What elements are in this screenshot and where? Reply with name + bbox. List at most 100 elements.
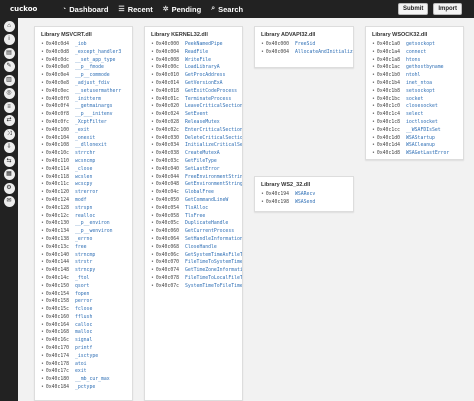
import-function-link[interactable]: strncmp	[75, 253, 95, 258]
import-function-link[interactable]: calloc	[75, 323, 92, 328]
import-function-link[interactable]: WSACleanup	[406, 143, 435, 148]
import-function-link[interactable]: GlobalFree	[185, 190, 214, 195]
import-function-link[interactable]: GetTimeZoneInformation	[185, 268, 242, 273]
import-function-link[interactable]: __setusermatherr	[75, 89, 121, 94]
import-function-link[interactable]: socket	[406, 97, 423, 102]
import-function-link[interactable]: __p___initenv	[75, 112, 113, 117]
import-function-link[interactable]: __mb_cur_max	[75, 377, 110, 382]
import-function-link[interactable]: WSAGetLastError	[406, 151, 449, 156]
import-function-link[interactable]: closesocket	[406, 104, 438, 109]
import-function-link[interactable]: wcslen	[75, 175, 92, 180]
compare-icon[interactable]: ⇆	[3, 155, 15, 167]
import-function-link[interactable]: wcsncmp	[75, 159, 95, 164]
import-function-link[interactable]: ReadFile	[185, 50, 208, 55]
import-function-link[interactable]: TlsAlloc	[185, 206, 208, 211]
import-function-link[interactable]: atoi	[75, 362, 87, 367]
nav-search[interactable]: ⌕ Search	[211, 5, 243, 14]
import-function-link[interactable]: GetVersionExA	[185, 81, 223, 86]
nav-dashboard[interactable]: ◔ Dashboard	[62, 5, 108, 14]
import-function-link[interactable]: LeaveCriticalSection	[185, 104, 242, 109]
import-function-link[interactable]: FileTimeToSystemTime	[185, 260, 242, 265]
import-function-link[interactable]: printf	[75, 346, 92, 351]
nav-pending[interactable]: ✲ Pending	[163, 5, 201, 14]
import-function-link[interactable]: CloseHandle	[185, 245, 217, 250]
import-function-link[interactable]: ntohl	[406, 73, 420, 78]
import-function-link[interactable]: WSAStartup	[406, 136, 435, 141]
import-function-link[interactable]: GetExitCodeProcess	[185, 89, 237, 94]
import-function-link[interactable]: PeekNamedPipe	[185, 42, 223, 47]
import-function-link[interactable]: _close	[75, 167, 92, 172]
cuckoo-logo[interactable]: cuckoo	[10, 5, 52, 13]
comment-icon[interactable]: ✉	[3, 196, 15, 207]
import-function-link[interactable]: select	[406, 112, 423, 117]
file-icon[interactable]: ▤	[3, 47, 15, 59]
import-function-link[interactable]: TlsFree	[185, 214, 205, 219]
settings-icon[interactable]: ⚙	[3, 182, 15, 194]
import-function-link[interactable]: _XcptFilter	[75, 120, 107, 125]
import-function-link[interactable]: strerror	[75, 190, 98, 195]
import-function-link[interactable]: __p__environ	[75, 221, 110, 226]
import-function-link[interactable]: free	[75, 245, 87, 250]
import-function-link[interactable]: strrchr	[75, 151, 95, 156]
import-function-link[interactable]: GetEnvironmentStringsW	[185, 182, 242, 187]
import-function-link[interactable]: SetLastError	[185, 167, 220, 172]
import-function-link[interactable]: _exit	[75, 128, 89, 133]
import-function-link[interactable]: SetEvent	[185, 112, 208, 117]
import-function-link[interactable]: _errno	[75, 237, 92, 242]
import-function-link[interactable]: getsockopt	[406, 42, 435, 47]
import-function-link[interactable]: fopen	[75, 292, 89, 297]
import-function-link[interactable]: TerminateProcess	[185, 97, 231, 102]
target-icon[interactable]: ◎	[3, 88, 15, 99]
nav-recent[interactable]: ☰ Recent	[118, 5, 152, 14]
import-function-link[interactable]: strncpy	[75, 268, 95, 273]
import-function-link[interactable]: GetSystemTimeAsFileTime	[185, 253, 242, 258]
import-function-link[interactable]: strspn	[75, 206, 92, 211]
import-function-link[interactable]: SystemTimeToFileTime	[185, 284, 242, 289]
import-function-link[interactable]: __p__commode	[75, 73, 110, 78]
import-function-link[interactable]: wcscpy	[75, 182, 92, 187]
import-function-link[interactable]: perror	[75, 299, 92, 304]
import-function-link[interactable]: WriteFile	[185, 58, 211, 63]
import-function-link[interactable]: GetProcAddress	[185, 73, 225, 78]
import-function-link[interactable]: GetCommandLineW	[185, 198, 228, 203]
import-function-link[interactable]: _except_handler3	[75, 50, 121, 55]
import-function-link[interactable]: WSASend	[295, 200, 315, 205]
import-function-link[interactable]: inet_ntoa	[406, 81, 432, 86]
import-function-link[interactable]: FreeSid	[295, 42, 315, 47]
submit-button[interactable]: Submit	[397, 3, 429, 15]
import-function-link[interactable]: ReleaseMutex	[185, 120, 220, 125]
import-function-link[interactable]: CreateMutexA	[185, 151, 220, 156]
import-function-link[interactable]: qsort	[75, 284, 89, 289]
memory-icon[interactable]: ▦	[3, 169, 15, 180]
import-function-link[interactable]: signal	[75, 338, 92, 343]
home-icon[interactable]: ⌂	[3, 20, 15, 32]
import-function-link[interactable]: DuplicateHandle	[185, 221, 228, 226]
import-function-link[interactable]: __p__fmode	[75, 65, 104, 70]
import-function-link[interactable]: _initterm	[75, 97, 101, 102]
info-icon[interactable]: i	[3, 34, 15, 45]
import-function-link[interactable]: SetHandleInformation	[185, 237, 242, 242]
signature-icon[interactable]: ✎	[3, 61, 15, 72]
import-function-link[interactable]: __dllonexit	[75, 143, 107, 148]
shuffle-icon[interactable]: ⤨	[3, 128, 15, 140]
import-function-link[interactable]: _pctype	[75, 385, 95, 390]
import-function-link[interactable]: AllocateAndInitializeSid	[295, 50, 353, 55]
import-function-link[interactable]: _onexit	[75, 136, 95, 141]
import-function-link[interactable]: EnterCriticalSection	[185, 128, 242, 133]
import-function-link[interactable]: modf	[75, 198, 87, 203]
import-function-link[interactable]: LoadLibraryA	[185, 65, 220, 70]
import-function-link[interactable]: fclose	[75, 307, 92, 312]
import-function-link[interactable]: htons	[406, 58, 420, 63]
import-function-link[interactable]: __set_app_type	[75, 58, 115, 63]
import-function-link[interactable]: FreeEnvironmentStringsW	[185, 175, 242, 180]
import-function-link[interactable]: ioctlsocket	[406, 120, 438, 125]
import-function-link[interactable]: exit	[75, 369, 87, 374]
import-button[interactable]: Import	[433, 3, 462, 15]
import-function-link[interactable]: GetCurrentProcess	[185, 229, 234, 234]
chart-icon[interactable]: ▥	[3, 74, 15, 86]
download-icon[interactable]: ⇩	[3, 142, 15, 153]
import-function-link[interactable]: setsockopt	[406, 89, 435, 94]
import-function-link[interactable]: malloc	[75, 330, 92, 335]
import-function-link[interactable]: __WSAFDIsSet	[406, 128, 441, 133]
import-function-link[interactable]: realloc	[75, 214, 95, 219]
